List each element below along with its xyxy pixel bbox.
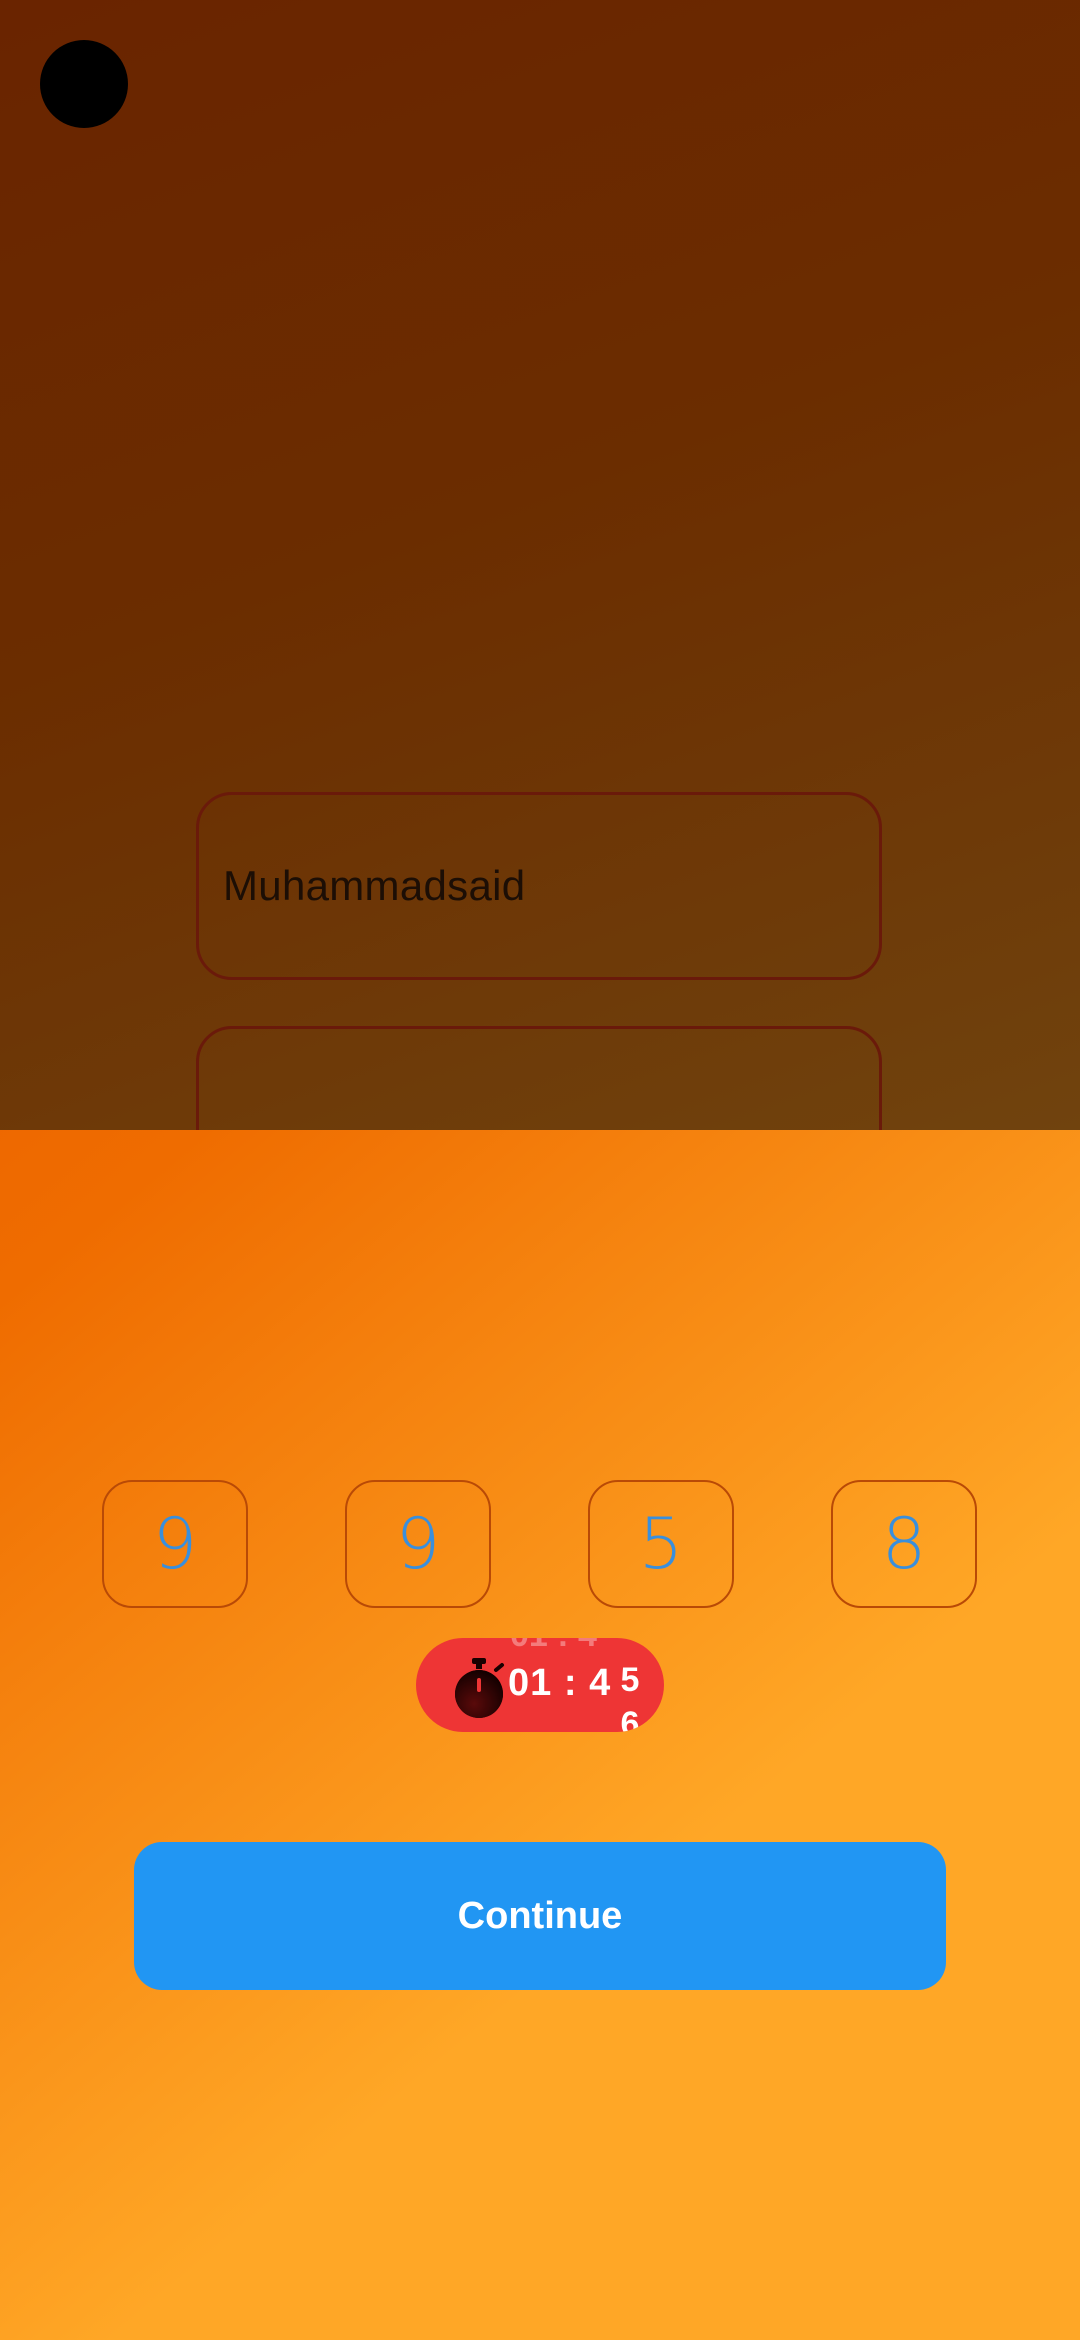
- otp-verification-screen: Muhammadsaid 998977004136 9 9 5 8 01: [0, 0, 1080, 2340]
- otp-digit-box-3[interactable]: 5: [588, 1480, 734, 1608]
- stopwatch-icon: [455, 1658, 504, 1718]
- phone-field[interactable]: 998977004136: [196, 1026, 882, 1130]
- countdown-timer: 01 : 4 01 : 4 5 6: [416, 1638, 664, 1732]
- timer-previous-ghost: 01 : 4: [510, 1638, 597, 1655]
- background-form-overlay: Muhammadsaid 998977004136: [0, 0, 1080, 1130]
- continue-button[interactable]: Continue: [134, 1842, 946, 1990]
- back-button[interactable]: [40, 40, 128, 128]
- timer-seconds-tens: 4: [589, 1662, 612, 1704]
- otp-digit-box-4[interactable]: 8: [831, 1480, 977, 1608]
- name-field-value: Muhammadsaid: [223, 862, 526, 909]
- timer-separator: :: [563, 1662, 578, 1704]
- otp-digit-box-2[interactable]: 9: [345, 1480, 491, 1608]
- timer-roll-next: 6: [620, 1705, 640, 1732]
- phone-field-value: 998977004136: [229, 1121, 513, 1130]
- otp-code-row: 9 9 5 8: [0, 1480, 1080, 1610]
- timer-seconds-ones-roll: 5 6: [612, 1638, 648, 1732]
- timer-minutes: 01: [508, 1662, 553, 1704]
- timer-roll-current: 5: [620, 1661, 640, 1699]
- name-field[interactable]: Muhammadsaid: [196, 792, 882, 980]
- timer-text: 01 : 4: [508, 1662, 611, 1705]
- timer-roll-top: [612, 1638, 648, 1658]
- otp-digit-box-1[interactable]: 9: [102, 1480, 248, 1608]
